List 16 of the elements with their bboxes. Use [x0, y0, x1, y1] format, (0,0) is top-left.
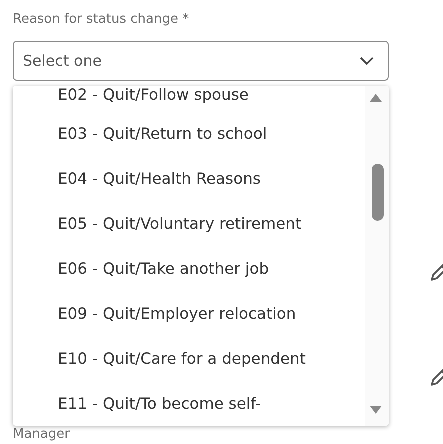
option-item[interactable]: E06 - Quit/Take another job [13, 246, 365, 291]
option-item[interactable]: E02 - Quit/Follow spouse [13, 86, 365, 111]
chevron-down-icon [360, 56, 374, 66]
field-label: Manager [13, 427, 71, 442]
scrollbar[interactable] [365, 86, 389, 426]
option-item[interactable]: E03 - Quit/Return to school [13, 111, 365, 156]
option-item[interactable]: E10 - Quit/Care for a dependent [13, 336, 365, 381]
field-label: Reason for status change * [13, 12, 190, 29]
scroll-up-icon[interactable] [370, 94, 382, 102]
select-field[interactable]: Select one [13, 41, 389, 81]
scroll-thumb[interactable] [372, 164, 384, 221]
option-item[interactable]: E04 - Quit/Health Reasons [13, 156, 365, 201]
option-item[interactable]: E05 - Quit/Voluntary retirement [13, 201, 365, 246]
option-item[interactable]: E09 - Quit/Employer relocation [13, 291, 365, 336]
option-item[interactable]: E11 - Quit/To become self- [13, 381, 365, 426]
scroll-down-icon[interactable] [370, 406, 382, 414]
